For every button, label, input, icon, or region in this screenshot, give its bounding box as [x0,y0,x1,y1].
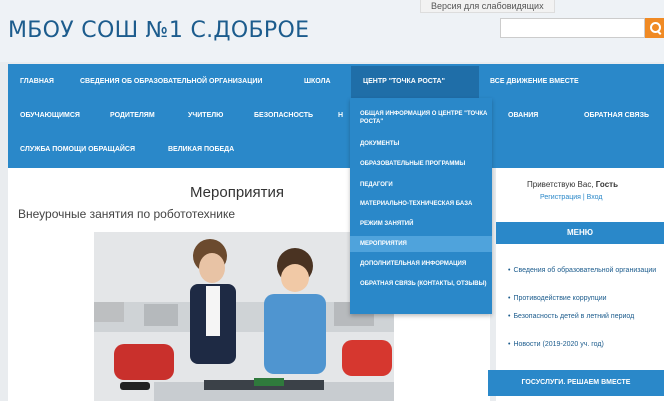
dropdown-item-documents[interactable]: Документы [360,140,488,148]
dropdown-item-events[interactable]: Мероприятия [360,240,488,248]
robotics-photo-illustration [94,232,394,401]
dropdown-item-schedule[interactable]: Режим занятий [360,220,488,228]
vision-impaired-link[interactable]: Версия для слабовидящих [420,0,555,13]
dropdown-item-programs[interactable]: Образовательные программы [360,160,488,168]
dropdown-item-additional[interactable]: Дополнительная информация [360,260,488,268]
page-heading: Мероприятия [190,184,285,201]
nav-item-victory[interactable]: Великая Победа [168,146,234,153]
article-title[interactable]: Внеурочные занятия по робототехнике [18,207,235,221]
greeting: Приветствую Вас, Гость [527,180,618,189]
nav-item-feedback[interactable]: Обратная связь [584,112,649,119]
gosuslugi-banner[interactable]: ГОСУСЛУГИ. РЕШАЕМ ВМЕСТЕ [488,370,664,396]
auth-links[interactable]: Регистрация | Вход [540,194,602,201]
page: МБОУ СОШ №1 С.ДОБРОЕ Версия для слабовид… [0,0,664,401]
nav-item-partial[interactable]: Н [338,112,343,119]
nav-item-education[interactable]: ОВАНИЯ [508,112,538,119]
nav-item-parents[interactable]: Родителям [110,112,155,119]
sidebar-link-safety[interactable]: Безопасность детей в летний период [508,312,658,321]
nav-item-together[interactable]: Все движение вместе [490,78,579,85]
dropdown-item-general-info[interactable]: Общая информация о Центре "Точка роста" [360,110,488,126]
site-title[interactable]: МБОУ СОШ №1 С.ДОБРОЕ [8,18,309,43]
sidebar-link-news[interactable]: Новости (2019-2020 уч. год) [508,340,658,349]
dropdown-item-teachers[interactable]: Педагоги [360,181,488,189]
sidebar-menu-title: МЕНЮ [496,222,664,244]
search-icon[interactable] [645,18,664,38]
nav-item-home[interactable]: Главная [20,78,54,85]
nav-item-growth-center[interactable]: Центр "Точка роста" [363,78,445,85]
nav-item-school[interactable]: Школа [304,78,331,85]
article-photo [94,232,394,401]
sidebar-link-info[interactable]: Сведения об образовательной организации [508,266,658,275]
nav-item-safety[interactable]: Безопасность [254,112,313,119]
main-nav: Главная Сведения об образовательной орга… [8,64,664,168]
nav-item-info[interactable]: Сведения об образовательной организации [80,78,262,85]
sidebar [496,168,664,401]
site-header: МБОУ СОШ №1 С.ДОБРОЕ Версия для слабовид… [0,0,664,62]
greeting-name: Гость [595,180,618,189]
search-input[interactable] [500,18,645,38]
nav-item-help-service[interactable]: Служба помощи обращайся [20,146,135,153]
greeting-prefix: Приветствую Вас, [527,180,594,189]
nav-item-teacher[interactable]: Учителю [188,112,223,119]
dropdown-item-equipment[interactable]: Материально-техническая база [360,200,488,208]
dropdown-item-feedback[interactable]: Обратная связь (контакты, отзывы) [360,280,488,288]
sidebar-link-anticorruption[interactable]: Противодействие коррупции [508,294,658,303]
nav-item-students[interactable]: Обучающимся [20,112,80,119]
